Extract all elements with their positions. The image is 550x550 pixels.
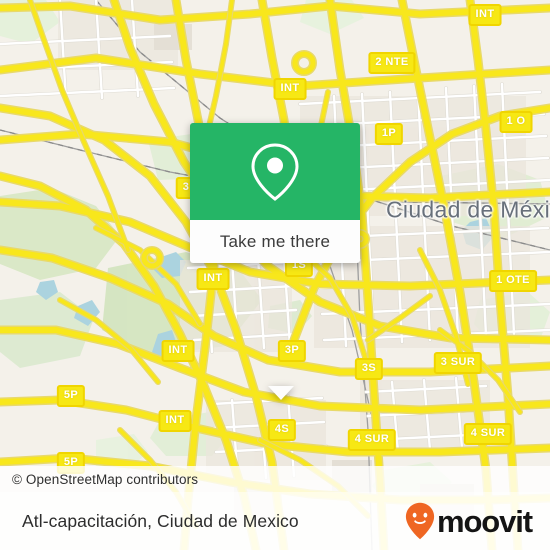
road-shield: INT — [273, 78, 307, 100]
road-shield: 3P — [277, 340, 307, 362]
moovit-pin-smiley-icon — [405, 502, 435, 540]
road-shield: INT — [161, 340, 195, 362]
map-screen: .rd { stroke:#f8e71c; stroke-linecap:rou… — [0, 0, 550, 550]
moovit-logo[interactable]: moovit — [405, 502, 550, 540]
road-shield: 4 SUR — [463, 423, 513, 445]
road-shield: INT — [158, 410, 192, 432]
map-attribution[interactable]: © OpenStreetMap contributors — [0, 466, 550, 492]
road-shield: 3 SUR — [433, 352, 483, 374]
road-shield: 4S — [267, 419, 297, 441]
road-shield: 1 OTE — [489, 270, 537, 292]
take-me-there-label: Take me there — [219, 231, 331, 251]
map-popup[interactable]: Take me there — [190, 123, 360, 400]
road-shield: 1 O — [499, 111, 533, 133]
road-shield: 5P — [56, 385, 86, 407]
road-shield: 1P — [374, 123, 404, 145]
road-shield: 3S — [354, 358, 384, 380]
map-pin-icon — [251, 142, 299, 201]
place-title: Atl-capacitación, Ciudad de Mexico — [22, 510, 299, 531]
attribution-text: © OpenStreetMap contributors — [12, 471, 199, 487]
popup-action-bar[interactable]: Take me there — [190, 220, 360, 263]
road-shield: INT — [468, 4, 502, 26]
moovit-wordmark: moovit — [436, 503, 533, 539]
footer-bar: Atl-capacitación, Ciudad de Mexico moovi… — [0, 492, 550, 550]
city-label: Ciudad de México — [386, 196, 550, 223]
popup-tail — [268, 386, 294, 400]
road-shield: 4 SUR — [347, 429, 397, 451]
road-shield: 2 NTE — [368, 52, 416, 74]
road-shield: INT — [196, 268, 230, 290]
popup-header — [190, 123, 360, 220]
